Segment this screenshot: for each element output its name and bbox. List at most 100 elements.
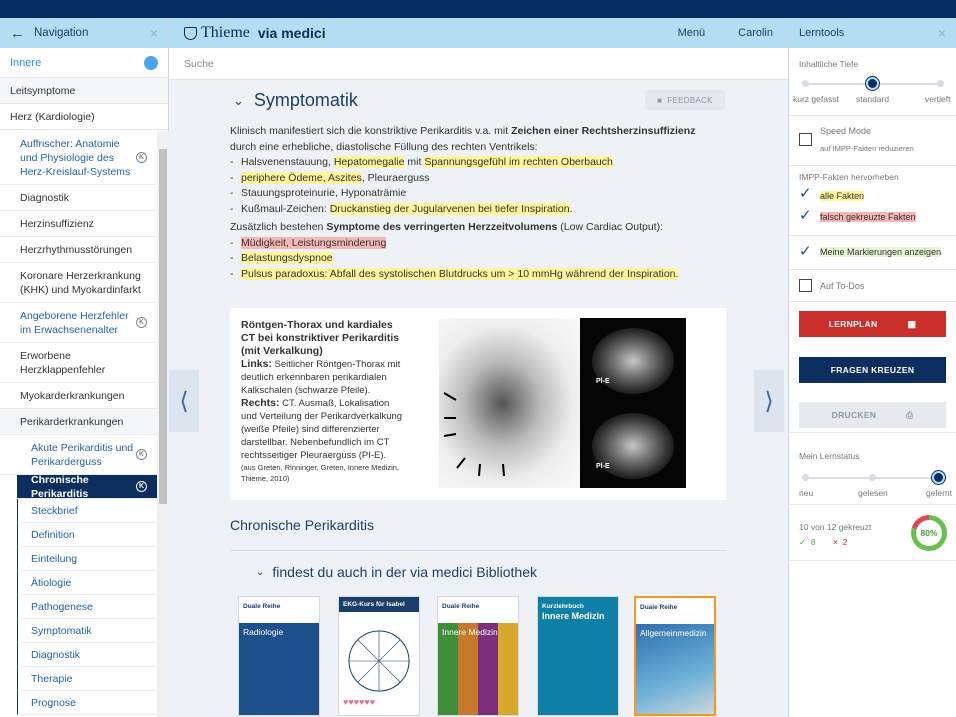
status-option[interactable]: gelesen xyxy=(858,488,888,498)
checkmark-icon[interactable]: ✓ xyxy=(799,184,812,202)
nav-item-label: Myokarderkrankungen xyxy=(20,389,125,402)
status-option[interactable]: neu xyxy=(799,488,813,498)
nav-tree: Auffrischer: Anatomie und Physiologie de… xyxy=(0,131,157,717)
book-title: Innere Medizin xyxy=(542,611,605,621)
checkmark-icon[interactable]: ✓ xyxy=(799,242,812,260)
correct-value: 8 xyxy=(810,537,816,547)
nav-item-leitsymptome[interactable]: Leitsymptome xyxy=(0,78,168,104)
back-arrow-icon[interactable]: ← xyxy=(10,25,25,42)
menu-link[interactable]: Menü xyxy=(678,27,706,39)
nav-leaf-therapie[interactable]: Therapie xyxy=(17,667,157,691)
all-facts-option[interactable]: alle Fakten xyxy=(820,191,865,201)
figure-card[interactable]: Röntgen-Thorax und kardiales CT bei kons… xyxy=(230,308,726,500)
next-page-button[interactable]: ⟩ xyxy=(754,370,784,432)
status-tick[interactable] xyxy=(802,474,809,481)
thieme-logo[interactable]: Thieme via medici xyxy=(184,24,326,42)
close-icon[interactable]: × xyxy=(150,25,158,41)
nav-leaf-symptomatik[interactable]: Symptomatik xyxy=(17,619,157,643)
checkmark-icon[interactable]: ✓ xyxy=(799,206,812,224)
nav-leaf-aetiologie[interactable]: Ätiologie xyxy=(17,571,157,595)
speed-mode-label: Speed Mode xyxy=(820,126,872,136)
nav-item-label: Herz (Kardiologie) xyxy=(10,110,95,123)
nav-item-herzklappen[interactable]: Erworbene Herzklappenfehler xyxy=(0,343,157,383)
depth-option[interactable]: standard xyxy=(856,94,889,104)
nav-leaf-label: Symptomatik xyxy=(31,624,92,637)
book-cover-radiologie[interactable]: Duale Reihe Radiologie xyxy=(238,596,320,716)
nav-item-angeborene[interactable]: Angeborene Herzfehler im Erwachsenenalte… xyxy=(0,303,157,343)
status-tick[interactable] xyxy=(869,474,876,481)
figure-source: (aus Greten, Rinninger, Greten, Innere M… xyxy=(241,463,399,483)
book-cover-ekg[interactable]: EKG-Kurs für Isabel ♥♥♥♥♥♥ xyxy=(338,596,420,716)
drucken-label: DRUCKEN xyxy=(831,410,877,420)
nav-leaf-diagnostik[interactable]: Diagnostik xyxy=(17,643,157,667)
ct-image-upper[interactable]: Pl-E xyxy=(580,318,686,403)
depth-slider-knob[interactable] xyxy=(866,77,879,90)
lernstatus-section: Mein Lernstatus neu gelesen gelernt xyxy=(789,433,956,505)
book-cover-kurzlehrbuch[interactable]: Kurzlehrbuch Innere Medizin xyxy=(537,596,619,716)
navigation-panel: ← Navigation × Innere Leitsymptome Herz … xyxy=(0,18,169,717)
section-title[interactable]: ⌄ Symptomatik xyxy=(233,90,358,111)
chevron-down-icon: ⌄ xyxy=(256,566,265,578)
nav-item-auffrischer[interactable]: Auffrischer: Anatomie und Physiologie de… xyxy=(0,131,157,185)
feedback-label: FEEDBACK xyxy=(667,95,713,105)
todo-label: Auf To-Dos xyxy=(820,281,865,291)
list-item: Halsvenenstauung, Hepatomegalie mit Span… xyxy=(230,155,720,171)
main-content: ⟨ ⟩ ⌄ Symptomatik ■ FEEDBACK Klinisch man… xyxy=(169,80,788,717)
drucken-button[interactable]: DRUCKEN ⎙ xyxy=(799,402,946,428)
lernplan-label: LERNPLAN xyxy=(828,319,878,329)
nav-leaf-pathogenese[interactable]: Pathogenese xyxy=(17,595,157,619)
subject-item[interactable]: Innere xyxy=(0,48,168,78)
depth-tick[interactable] xyxy=(802,80,809,87)
ct-image-lower[interactable]: Pl-E xyxy=(580,403,686,488)
book-series: Duale Reihe xyxy=(243,603,281,610)
fragen-kreuzen-button[interactable]: FRAGEN KREUZEN xyxy=(799,357,946,383)
marks-section: ✓ Meine Markierungen anzeigen xyxy=(789,236,956,270)
depth-option[interactable]: kurz gefasst xyxy=(793,94,839,104)
feedback-button[interactable]: ■ FEEDBACK xyxy=(645,90,725,110)
nav-item-herzrhythmus[interactable]: Herzrhythmusstörungen xyxy=(0,237,157,263)
status-slider-knob[interactable] xyxy=(932,471,945,484)
nav-item-diagnostik[interactable]: Diagnostik xyxy=(0,185,157,211)
xray-image[interactable] xyxy=(439,318,580,488)
book-cover-innere-dr[interactable]: Duale Reihe Innere Medizin xyxy=(437,596,519,716)
chevron-left-icon: ⟨ xyxy=(179,387,189,415)
show-marks-option[interactable]: Meine Markierungen anzeigen xyxy=(820,247,942,257)
nav-item-khk[interactable]: Koronare Herzerkrankung (KHK) und Myokar… xyxy=(0,263,157,303)
nav-leaf-definition[interactable]: Definition xyxy=(17,523,157,547)
lernstatus-label: Mein Lernstatus xyxy=(799,451,860,461)
text-bold: Zeichen einer Rechtsherzinsuffizienz xyxy=(511,125,696,137)
depth-tick[interactable] xyxy=(937,80,944,87)
user-link[interactable]: Carolin xyxy=(738,27,773,39)
search-input[interactable]: Suche xyxy=(169,48,788,80)
nav-scrollbar[interactable]: ▼ xyxy=(157,131,169,717)
nav-leaf-prognose[interactable]: Prognose xyxy=(17,691,157,715)
todo-section: Auf To-Dos xyxy=(789,270,956,302)
wrong-facts-option[interactable]: falsch gekreuzte Fakten xyxy=(820,212,916,222)
todo-checkbox[interactable] xyxy=(799,279,812,292)
list-item: Kußmaul-Zeichen: Druckanstieg der Jugula… xyxy=(230,202,720,218)
depth-section: Inhaltliche Tiefe kurz gefasst standard … xyxy=(789,48,956,116)
nav-leaf-steckbrief[interactable]: Steckbrief xyxy=(17,499,157,523)
nav-item-herz[interactable]: Herz (Kardiologie) xyxy=(0,104,168,130)
nav-item-herzinsuffizienz[interactable]: Herzinsuffizienz xyxy=(0,211,157,237)
close-icon[interactable]: × xyxy=(938,25,946,41)
status-option[interactable]: gelernt xyxy=(926,488,952,498)
nav-leaf-einteilung[interactable]: Einteilung xyxy=(17,547,157,571)
prev-page-button[interactable]: ⟨ xyxy=(169,370,199,432)
book-cover-allgemeinmedizin[interactable]: Duale Reihe Allgemeinmedizin xyxy=(634,596,716,716)
nav-item-akute-perikarditis[interactable]: Akute Perikarditis und Perikarderguss K xyxy=(0,435,157,475)
speed-mode-checkbox[interactable] xyxy=(799,133,812,146)
lernplan-button[interactable]: LERNPLAN ▦ xyxy=(799,311,946,337)
book-title: Radiologie xyxy=(243,627,284,637)
depth-option[interactable]: vertieft xyxy=(925,94,951,104)
printer-icon: ⎙ xyxy=(906,409,914,420)
chapter-heading[interactable]: Chronische Perikarditis xyxy=(230,517,374,533)
nav-item-myokard[interactable]: Myokarderkrankungen xyxy=(0,383,157,409)
knowledge-badge-icon: K xyxy=(136,152,147,163)
library-toggle[interactable]: ⌄ findest du auch in der via medici Bibl… xyxy=(256,564,537,580)
nav-item-perikard[interactable]: Perikarderkrankungen xyxy=(0,409,157,435)
scrollbar-thumb[interactable] xyxy=(159,149,167,504)
nav-item-label: Perikarderkrankungen xyxy=(20,415,124,428)
caption-label: Links: xyxy=(241,358,272,370)
nav-item-chronische-perikarditis[interactable]: Chronische Perikarditis K xyxy=(17,474,157,500)
